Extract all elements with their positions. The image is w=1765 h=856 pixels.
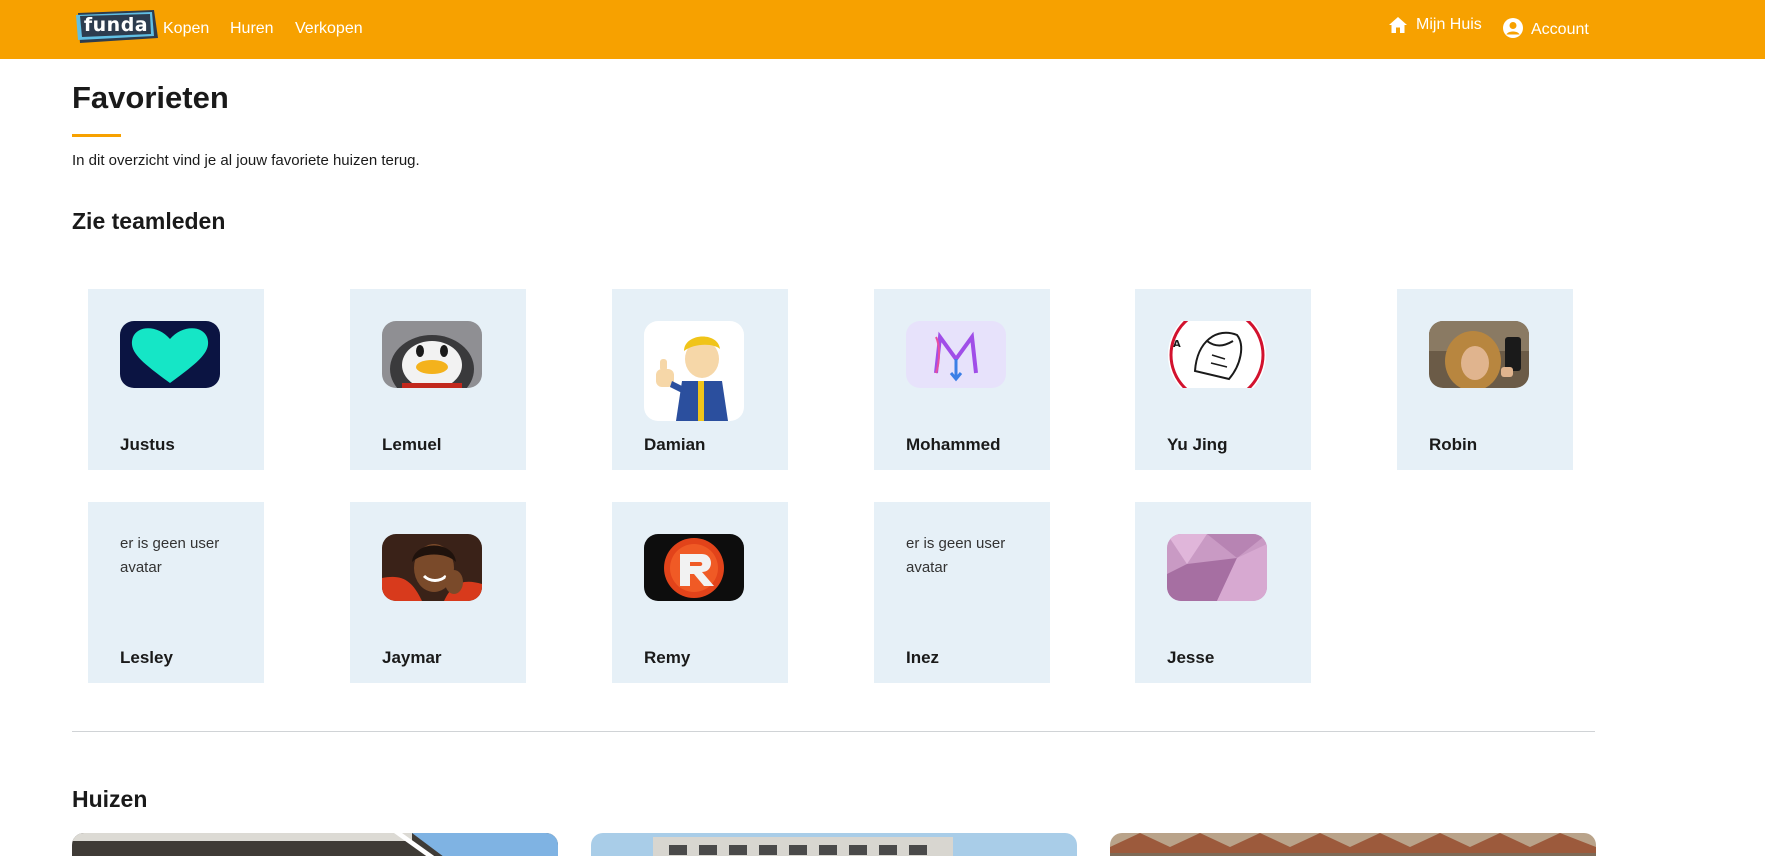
page-title: Favorieten	[72, 80, 229, 115]
team-member-card[interactable]: Lemuel	[350, 289, 526, 470]
member-name: Inez	[906, 648, 940, 667]
intro-text: In dit overzicht vind je al jouw favorie…	[72, 152, 420, 169]
nav-kopen[interactable]: Kopen	[163, 20, 209, 38]
section-divider	[72, 731, 1595, 732]
house-photo-1	[72, 833, 558, 856]
account-link[interactable]: Account	[1503, 17, 1589, 39]
member-name: Mohammed	[906, 435, 1001, 454]
houses-heading: Huizen	[72, 786, 148, 812]
pink-crystal-avatar	[1167, 534, 1267, 601]
no-avatar-text: er is geen user avatar	[906, 535, 1006, 576]
r-logo-avatar	[644, 534, 744, 601]
member-name: Justus	[120, 435, 175, 454]
team-member-card[interactable]: Jesse	[1135, 502, 1311, 683]
svg-text:A: A	[1173, 339, 1181, 350]
team-member-card[interactable]: Mohammed	[874, 289, 1050, 470]
title-underline	[72, 134, 121, 137]
member-name: Yu Jing	[1167, 435, 1228, 454]
funda-logo[interactable]: funda	[74, 10, 158, 43]
heart-avatar	[120, 321, 220, 388]
top-navigation-bar: funda Kopen Huren Verkopen Mijn Huis Acc…	[0, 0, 1765, 59]
member-name: Damian	[644, 435, 706, 454]
team-member-card[interactable]: Jaymar	[350, 502, 526, 683]
house-photo-2	[591, 833, 1077, 856]
member-name: Lemuel	[382, 435, 442, 454]
no-avatar-text: er is geen user avatar	[120, 535, 220, 576]
team-heading: Zie teamleden	[72, 208, 226, 234]
team-member-card[interactable]: er is geen user avatar Lesley	[88, 502, 264, 683]
team-member-card[interactable]: A Yu Jing	[1135, 289, 1311, 470]
my-house-link[interactable]: Mijn Huis	[1388, 16, 1482, 34]
member-name: Lesley	[120, 648, 173, 667]
nav-verkopen[interactable]: Verkopen	[295, 20, 363, 38]
member-name: Jaymar	[382, 648, 442, 667]
house-card[interactable]	[72, 833, 558, 856]
account-icon	[1503, 18, 1523, 38]
house-card[interactable]	[1110, 833, 1596, 856]
my-house-label: Mijn Huis	[1416, 16, 1482, 33]
house-card[interactable]	[591, 833, 1077, 856]
ajax-logo-avatar: A	[1167, 321, 1267, 388]
house-photo-3	[1110, 833, 1596, 856]
penguin-avatar	[382, 321, 482, 388]
team-member-card[interactable]: Remy	[612, 502, 788, 683]
team-member-card[interactable]: er is geen user avatar Inez	[874, 502, 1050, 683]
logo-text: funda	[83, 14, 149, 36]
portrait-photo-avatar	[382, 534, 482, 601]
team-member-card[interactable]: Justus	[88, 289, 264, 470]
team-member-card[interactable]: Robin	[1397, 289, 1573, 470]
member-name: Robin	[1429, 435, 1478, 454]
m-logo-avatar	[906, 321, 1006, 388]
member-name: Jesse	[1167, 648, 1215, 667]
vault-boy-avatar	[644, 321, 744, 421]
member-name: Remy	[644, 648, 691, 667]
team-member-card[interactable]: Damian	[612, 289, 788, 470]
nav-huren[interactable]: Huren	[230, 20, 274, 38]
home-icon	[1389, 17, 1407, 33]
account-label: Account	[1531, 21, 1589, 38]
selfie-photo-avatar	[1429, 321, 1529, 388]
